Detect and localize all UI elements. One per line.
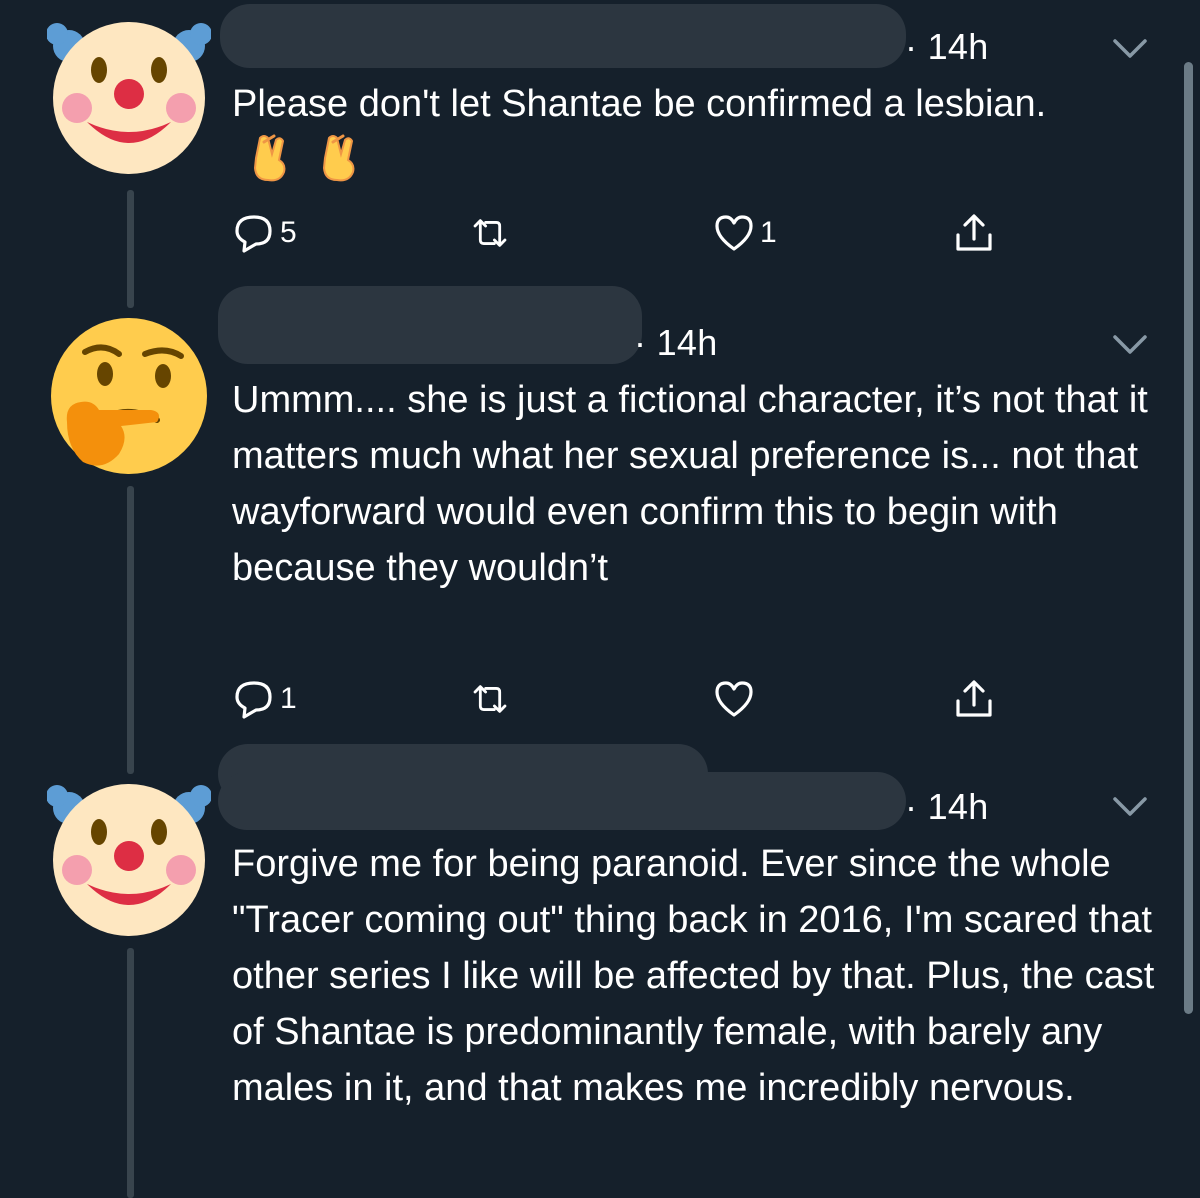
thread-connector-line [127, 486, 134, 774]
share-icon [956, 680, 992, 717]
like-button[interactable] [712, 674, 760, 724]
crossed-fingers-emoji [253, 134, 286, 182]
tweet-timestamp[interactable]: · 14h [634, 322, 718, 364]
crossed-fingers-emoji [322, 134, 354, 182]
reply-icon [235, 215, 272, 253]
reply-count: 5 [280, 216, 297, 249]
heart-icon [715, 215, 753, 251]
chevron-down-icon[interactable] [1112, 796, 1148, 818]
scrollbar[interactable] [1184, 62, 1193, 1014]
tweet-actions: 5 1 [232, 208, 1032, 258]
like-count: 1 [760, 216, 777, 249]
like-button[interactable]: 1 [712, 208, 777, 258]
retweet-icon [473, 219, 507, 247]
redacted-username[interactable] [218, 286, 642, 364]
share-icon [956, 214, 992, 251]
retweet-button[interactable] [468, 208, 516, 258]
tweet-timestamp[interactable]: · 14h [905, 26, 989, 68]
tweet-timestamp[interactable]: · 14h [905, 786, 989, 828]
retweet-button[interactable] [468, 674, 516, 724]
tweet-text: Forgive me for being paranoid. Ever sinc… [232, 843, 1155, 1109]
reply-button[interactable]: 5 [232, 208, 297, 258]
thinking-face-avatar[interactable] [47, 312, 211, 476]
tweet-actions: 1 [232, 674, 1032, 724]
reply-icon [235, 681, 272, 719]
chevron-down-icon[interactable] [1112, 38, 1148, 60]
clown-face-avatar[interactable] [47, 14, 211, 178]
share-button[interactable] [952, 674, 996, 724]
redacted-username[interactable] [218, 772, 906, 830]
redacted-username[interactable] [220, 4, 906, 68]
clown-face-avatar[interactable] [47, 776, 211, 940]
retweet-icon [473, 685, 507, 713]
tweet-text: Ummm.... she is just a fictional charact… [232, 379, 1148, 589]
thread-connector-line [127, 948, 134, 1198]
reply-count: 1 [280, 682, 297, 715]
chevron-down-icon[interactable] [1112, 334, 1148, 356]
reply-button[interactable]: 1 [232, 674, 297, 724]
heart-icon [715, 681, 753, 717]
tweet-text: Please don't let Shantae be confirmed a … [232, 76, 1052, 190]
thread-connector-line [127, 190, 134, 308]
share-button[interactable] [952, 208, 996, 258]
